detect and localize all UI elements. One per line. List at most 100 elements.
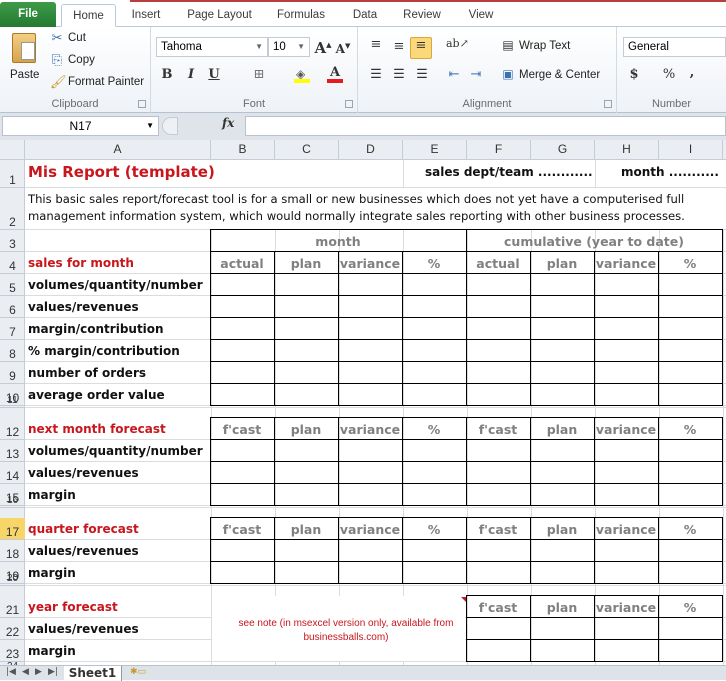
borders-icon[interactable]: ⊞ [252,67,266,82]
column-header-b[interactable]: B [211,140,275,160]
font-size-select[interactable]: 10 ▼ [268,37,310,57]
align-middle-icon[interactable]: ≡ [391,39,407,54]
column-label: f'cast [478,422,518,437]
align-top-icon[interactable]: ≡ [368,37,384,52]
row-header-18[interactable]: 18 [0,540,25,562]
fill-color-icon[interactable]: ◈ [294,67,310,83]
first-sheet-icon[interactable]: |◀ [6,667,16,677]
tab-file[interactable]: File [0,2,56,27]
row-header-12[interactable]: 12 [0,418,25,440]
row-header-6[interactable]: 6 [0,296,25,318]
insert-sheet-icon[interactable]: ✱▭ [130,667,146,677]
grow-font-icon[interactable]: A▲ [314,39,332,57]
percent-button[interactable]: % [661,67,677,82]
align-center-icon[interactable]: ☰ [391,67,407,82]
cut-button[interactable]: Cut [68,32,86,44]
number-format-select[interactable]: General [623,37,726,57]
column-label: actual [220,256,264,271]
row-header-5[interactable]: 5 [0,274,25,296]
italic-button[interactable]: I [184,67,198,82]
column-label: % [683,522,697,537]
column-header-a[interactable]: A [25,140,211,160]
column-label: variance [595,422,657,437]
gridline [25,585,726,586]
align-left-icon[interactable]: ☰ [368,67,384,82]
tab-insert[interactable]: Insert [125,4,167,27]
row-label: values/revenues [28,544,139,558]
shrink-font-icon[interactable]: A▼ [334,41,352,56]
alignment-group-label: Alignment [462,98,512,110]
formula-expand-handle[interactable] [162,117,178,135]
column-label: plan [290,256,322,271]
column-label: % [683,600,697,615]
row-header-2[interactable]: 2 [0,188,25,230]
font-color-icon[interactable]: A [327,65,343,83]
decrease-indent-icon[interactable]: ⇤ [446,67,462,82]
row-header-16[interactable]: 16 [0,496,25,508]
row-header-14[interactable]: 14 [0,462,25,484]
sheet-tab-sheet1[interactable]: Sheet1 [64,666,122,681]
row-header-9[interactable]: 9 [0,362,25,384]
row-header-23[interactable]: 23 [0,640,25,662]
name-box[interactable]: N17 ▼ [2,116,159,136]
align-right-icon[interactable]: ☰ [414,67,430,82]
column-header-i[interactable]: I [659,140,723,160]
bold-button[interactable]: B [160,67,174,82]
insert-function-icon[interactable]: fx [222,116,242,130]
column-header-g[interactable]: G [531,140,595,160]
column-label: variance [339,522,401,537]
column-header-e[interactable]: E [403,140,467,160]
row-header-8[interactable]: 8 [0,340,25,362]
tab-view[interactable]: View [462,4,500,27]
column-label: variance [595,600,657,615]
chevron-down-icon: ▼ [255,42,263,51]
tab-home[interactable]: Home [61,4,116,27]
formula-input[interactable] [245,116,726,136]
select-all-corner[interactable] [0,140,25,160]
worksheet-grid[interactable]: Mis Report (template) sales dept/team ...… [25,160,726,665]
next-sheet-icon[interactable]: ▶ [35,667,42,677]
currency-button[interactable]: $ [627,67,641,82]
prev-sheet-icon[interactable]: ◀ [22,667,29,677]
alignment-launcher[interactable] [604,100,612,108]
tab-formulas[interactable]: Formulas [272,4,330,27]
align-bottom-icon[interactable]: ≡ [410,37,432,59]
row-header-22[interactable]: 22 [0,618,25,640]
row-header-20[interactable]: 20 [0,574,25,586]
row-header-7[interactable]: 7 [0,318,25,340]
row-label: number of orders [28,366,147,380]
column-header-d[interactable]: D [339,140,403,160]
underline-button[interactable]: U [207,67,221,82]
column-label: plan [546,522,578,537]
paste-button[interactable]: Paste [6,31,42,89]
row-header-17[interactable]: 17 [0,518,25,540]
increase-indent-icon[interactable]: ⇥ [468,67,484,82]
sheet-tab-bar: |◀ ◀ ▶ ▶| Sheet1 ✱▭ [0,665,726,681]
gridline [25,407,726,408]
row-header-4[interactable]: 4 [0,252,25,274]
tab-page-layout[interactable]: Page Layout [182,4,257,27]
section-title: year forecast [28,600,118,614]
copy-button[interactable]: Copy [68,54,95,66]
tab-data[interactable]: Data [346,4,384,27]
merge-center-button[interactable]: Merge & Center [519,69,600,81]
column-header-f[interactable]: F [467,140,531,160]
row-header-11[interactable]: 11 [0,396,25,408]
row-label: margin [28,644,76,658]
row-header-1[interactable]: 1 [0,160,25,188]
clipboard-launcher[interactable] [138,100,146,108]
orientation-icon[interactable]: ab↗ [446,37,469,50]
row-header-21[interactable]: 21 [0,596,25,618]
font-launcher[interactable] [345,100,353,108]
row-header-3[interactable]: 3 [0,230,25,252]
font-name-select[interactable]: Tahoma ▼ [156,37,268,57]
column-header-h[interactable]: H [595,140,659,160]
column-header-c[interactable]: C [275,140,339,160]
row-header-13[interactable]: 13 [0,440,25,462]
comma-button[interactable]: , [687,65,697,80]
row-label: average order value [28,388,165,402]
last-sheet-icon[interactable]: ▶| [48,667,58,677]
tab-review[interactable]: Review [398,4,446,27]
wrap-text-button[interactable]: Wrap Text [519,40,570,52]
format-painter-button[interactable]: Format Painter [68,76,144,88]
